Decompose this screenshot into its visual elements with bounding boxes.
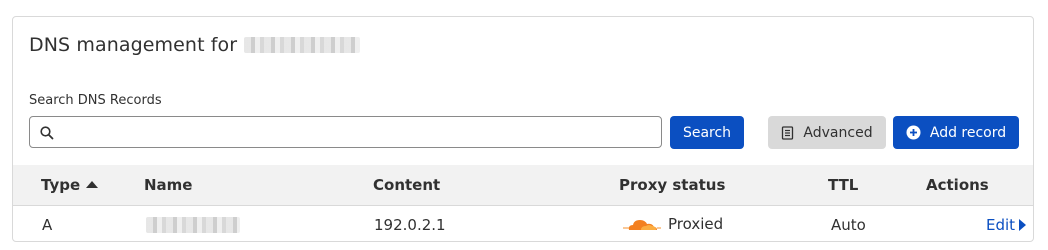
search-button-label: Search xyxy=(682,124,732,141)
dns-management-panel: DNS management for Search DNS Records Se… xyxy=(12,16,1034,242)
edit-link-label: Edit xyxy=(986,216,1016,234)
page-title: DNS management for xyxy=(29,34,238,56)
proxy-status-label: Proxied xyxy=(668,215,724,233)
column-header-type-label: Type xyxy=(41,176,81,194)
sort-ascending-icon xyxy=(86,181,99,188)
record-ttl: Auto xyxy=(831,216,866,234)
advanced-button-label: Advanced xyxy=(803,124,873,141)
column-header-actions: Actions xyxy=(926,176,989,194)
search-button[interactable]: Search xyxy=(670,116,744,149)
column-header-ttl[interactable]: TTL xyxy=(828,176,858,194)
add-record-button-label: Add record xyxy=(929,124,1007,141)
table-header: Type Name Content Proxy status TTL Actio… xyxy=(13,165,1033,206)
search-field[interactable] xyxy=(29,116,662,148)
document-icon xyxy=(781,125,794,140)
record-content: 192.0.2.1 xyxy=(374,216,446,234)
advanced-button[interactable]: Advanced xyxy=(768,116,886,149)
search-input[interactable] xyxy=(60,119,659,147)
column-header-proxy-status: Proxy status xyxy=(619,176,726,194)
title-row: DNS management for xyxy=(29,34,361,56)
record-type: A xyxy=(42,216,53,234)
record-name-redacted xyxy=(146,217,240,237)
redacted-domain xyxy=(244,37,361,53)
proxy-status[interactable]: Proxied xyxy=(621,215,723,233)
caret-right-icon xyxy=(1019,219,1027,231)
search-icon xyxy=(40,126,54,140)
search-label: Search DNS Records xyxy=(29,93,162,108)
edit-link[interactable]: Edit xyxy=(986,216,1027,234)
plus-circle-icon xyxy=(906,125,921,140)
column-header-name[interactable]: Name xyxy=(144,176,192,194)
add-record-button[interactable]: Add record xyxy=(893,116,1019,149)
column-header-type[interactable]: Type xyxy=(41,176,99,194)
table-row: A 192.0.2.1 Proxied Auto Edit xyxy=(13,206,1033,241)
column-header-content[interactable]: Content xyxy=(373,176,440,194)
orange-cloud-icon xyxy=(623,220,661,230)
